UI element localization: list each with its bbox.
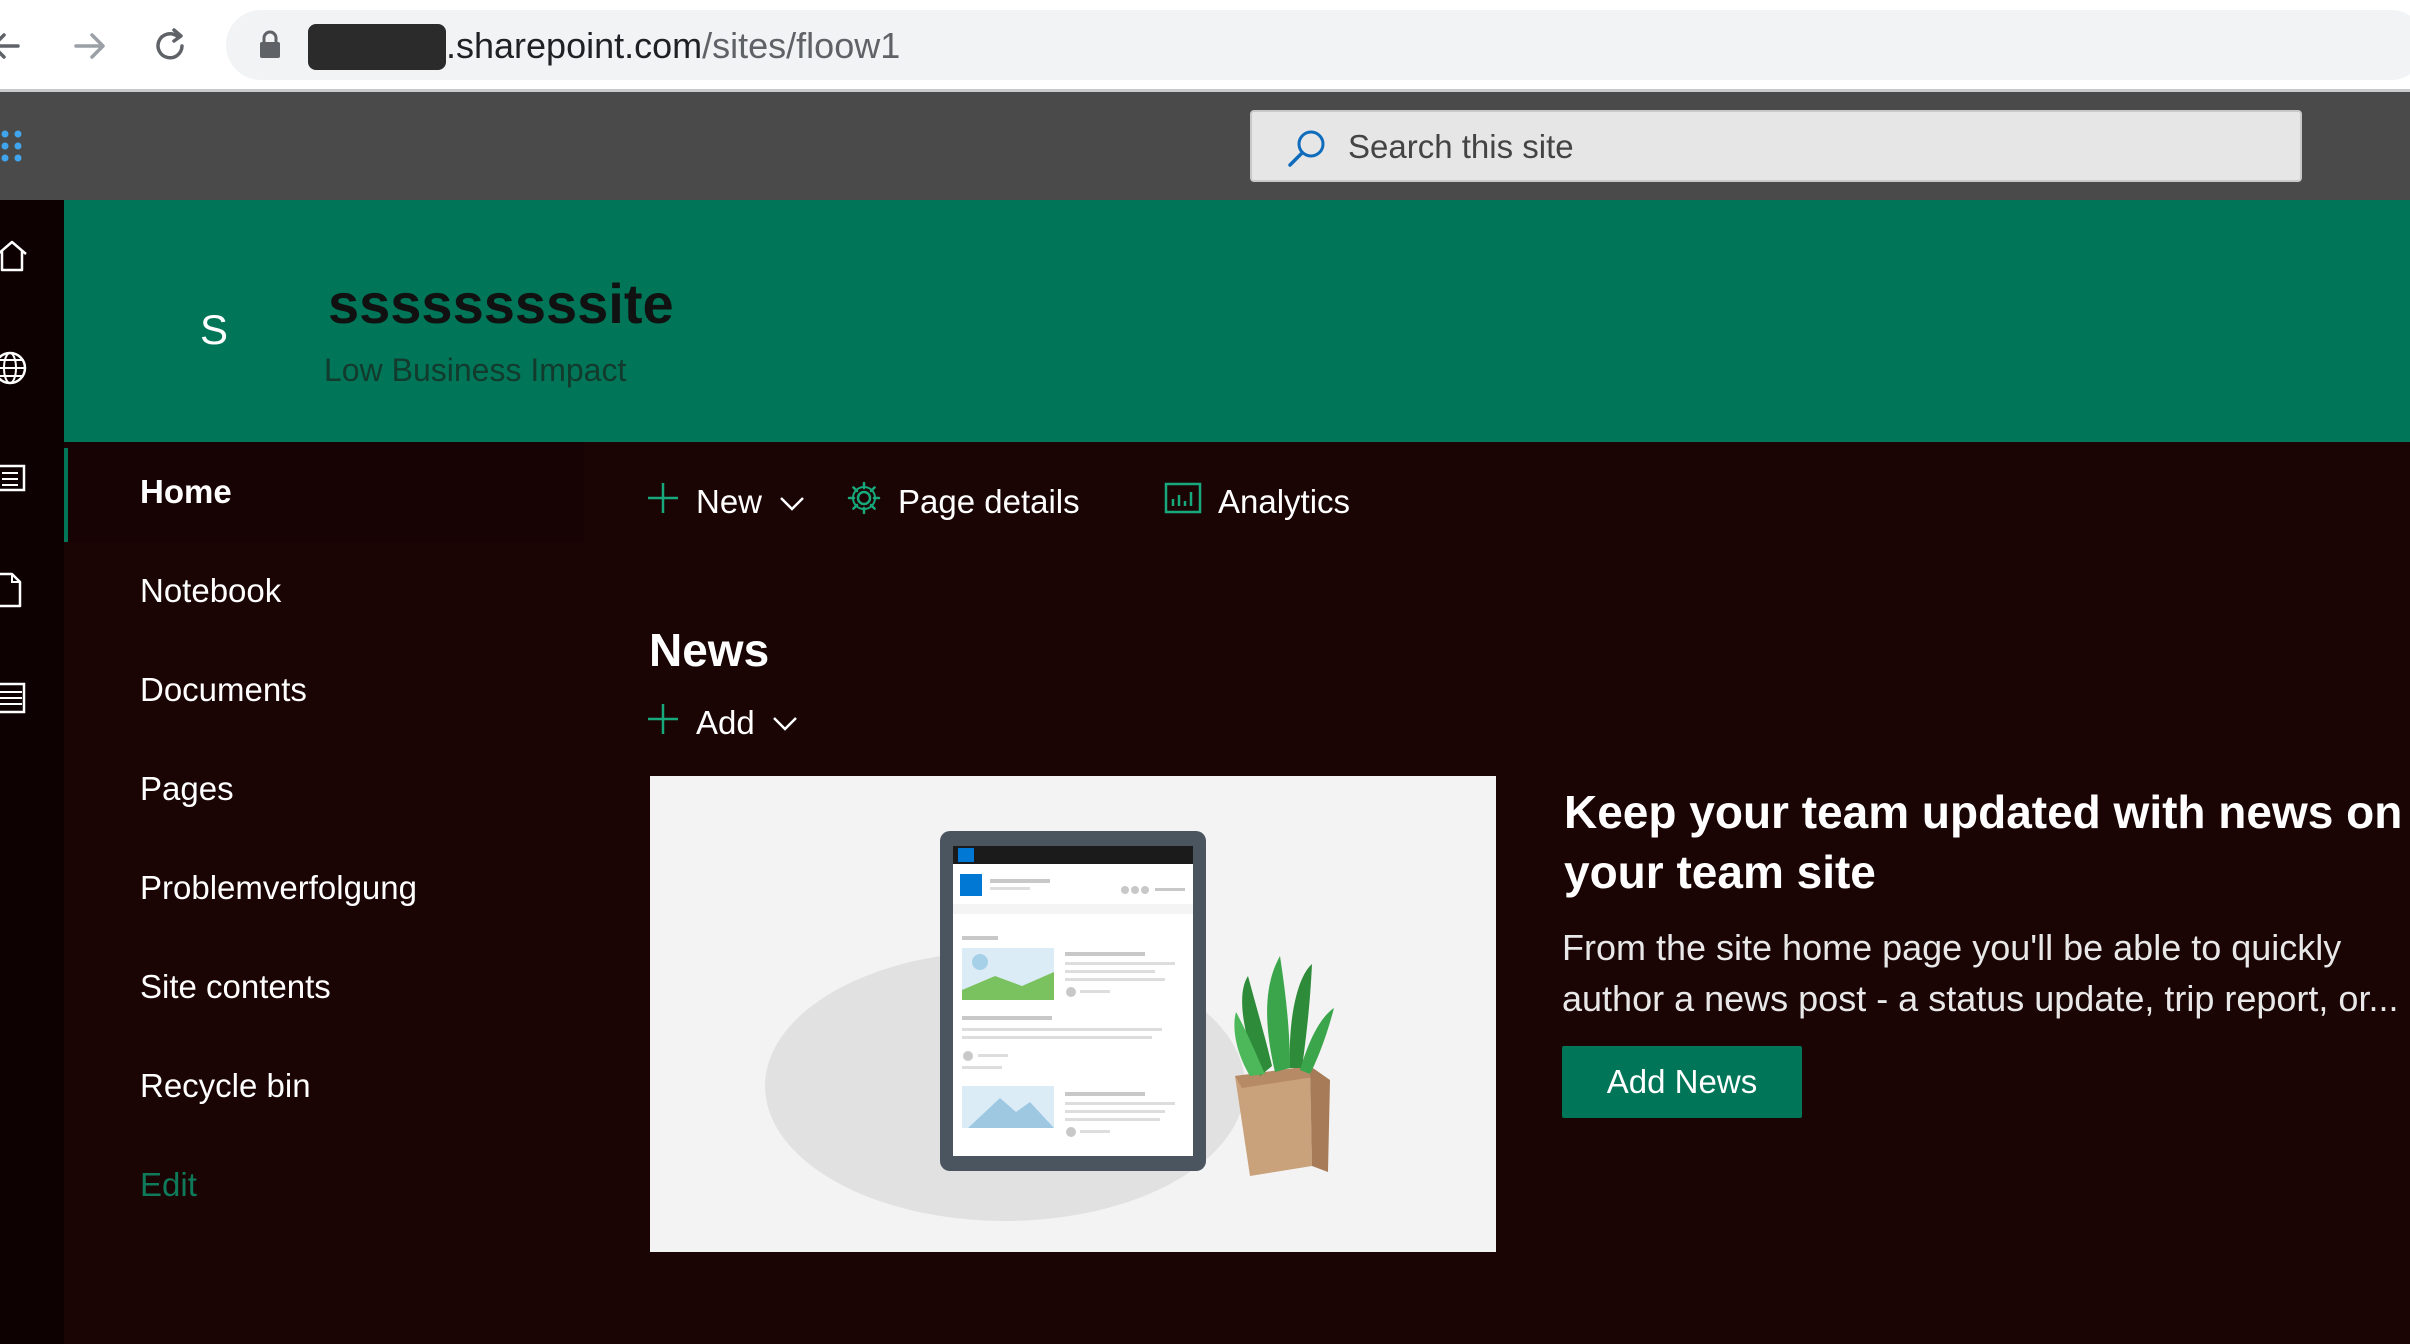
lock-icon[interactable] xyxy=(258,30,282,65)
nav-item-pages[interactable]: Pages xyxy=(64,739,584,839)
search-input[interactable]: Search this site xyxy=(1348,128,1574,166)
reload-icon[interactable] xyxy=(142,18,198,74)
site-logo-letter: S xyxy=(199,306,228,353)
nav-edit-label: Edit xyxy=(140,1166,197,1203)
nav-item-label: Site contents xyxy=(140,968,331,1005)
redacted-hostname xyxy=(308,24,446,70)
search-icon xyxy=(1286,128,1328,175)
add-news-menu[interactable]: Add xyxy=(646,700,799,746)
add-label: Add xyxy=(696,704,755,741)
nav-edit-link[interactable]: Edit xyxy=(64,1135,584,1235)
file-icon[interactable] xyxy=(0,570,40,610)
news-empty-description: From the site home page you'll be able t… xyxy=(1562,922,2410,1024)
nav-item-label: Notebook xyxy=(140,572,282,609)
nav-item-label: Problemverfolgung xyxy=(140,869,417,906)
site-classification: Low Business Impact xyxy=(324,352,627,388)
url-text[interactable]: .sharepoint.com/sites/floow1 xyxy=(446,22,900,70)
nav-item-label: Recycle bin xyxy=(140,1067,311,1104)
news-illustration xyxy=(650,776,1496,1252)
news-section-title: News xyxy=(649,624,770,676)
news-description-line: author a news post - a status update, tr… xyxy=(1562,978,2399,1019)
nav-item-site-contents[interactable]: Site contents xyxy=(64,937,584,1037)
search-box[interactable]: Search this site xyxy=(1250,110,2302,182)
plus-icon xyxy=(646,702,680,744)
home-icon[interactable] xyxy=(0,236,40,276)
add-news-button[interactable]: Add News xyxy=(1562,1046,1802,1118)
new-button[interactable]: New xyxy=(646,478,806,526)
gear-icon xyxy=(846,480,882,524)
nav-item-problemverfolgung[interactable]: Problemverfolgung xyxy=(64,838,584,938)
nav-item-label: Documents xyxy=(140,671,307,708)
app-launcher-icon[interactable] xyxy=(0,128,30,169)
tablet-plant-illustration xyxy=(765,831,1334,1221)
analytics-icon xyxy=(1164,481,1202,523)
browser-toolbar: .sharepoint.com/sites/floow1 xyxy=(0,0,2410,91)
analytics-label: Analytics xyxy=(1218,483,1351,520)
site-title[interactable]: sssssssssite xyxy=(328,272,674,336)
suite-bar: Search this site xyxy=(0,92,2410,200)
news-empty-heading: Keep your team updated with news on your… xyxy=(1564,786,2403,898)
selected-indicator xyxy=(64,448,68,542)
nav-item-home[interactable]: Home xyxy=(64,442,584,542)
news-description-line: From the site home page you'll be able t… xyxy=(1562,927,2342,968)
chevron-down-icon xyxy=(771,704,799,742)
news-icon[interactable] xyxy=(0,458,40,498)
plus-icon xyxy=(646,481,680,523)
nav-item-documents[interactable]: Documents xyxy=(64,640,584,740)
chevron-down-icon xyxy=(778,483,806,521)
nav-item-notebook[interactable]: Notebook xyxy=(64,541,584,641)
analytics-button[interactable]: Analytics xyxy=(1164,478,1350,526)
nav-item-label: Pages xyxy=(140,770,234,807)
page-details-button[interactable]: Page details xyxy=(846,478,1080,526)
quick-launch: Home Notebook Documents Pages Problemver… xyxy=(64,442,584,1344)
site-logo[interactable]: S xyxy=(174,290,254,370)
app-bar xyxy=(0,200,64,1344)
site-header: S sssssssssite Low Business Impact xyxy=(64,200,2410,442)
nav-item-label: Home xyxy=(140,473,232,510)
back-arrow-icon[interactable] xyxy=(0,18,36,74)
new-button-label: New xyxy=(696,483,763,520)
list-icon[interactable] xyxy=(0,678,40,718)
url-path: /sites/floow1 xyxy=(702,25,901,66)
page-details-label: Page details xyxy=(898,483,1080,520)
forward-arrow-icon[interactable] xyxy=(62,18,118,74)
url-host: .sharepoint.com xyxy=(446,25,703,66)
page-content: Home Notebook Documents Pages Problemver… xyxy=(64,442,2410,1344)
globe-icon[interactable] xyxy=(0,348,40,388)
nav-item-recycle-bin[interactable]: Recycle bin xyxy=(64,1036,584,1136)
